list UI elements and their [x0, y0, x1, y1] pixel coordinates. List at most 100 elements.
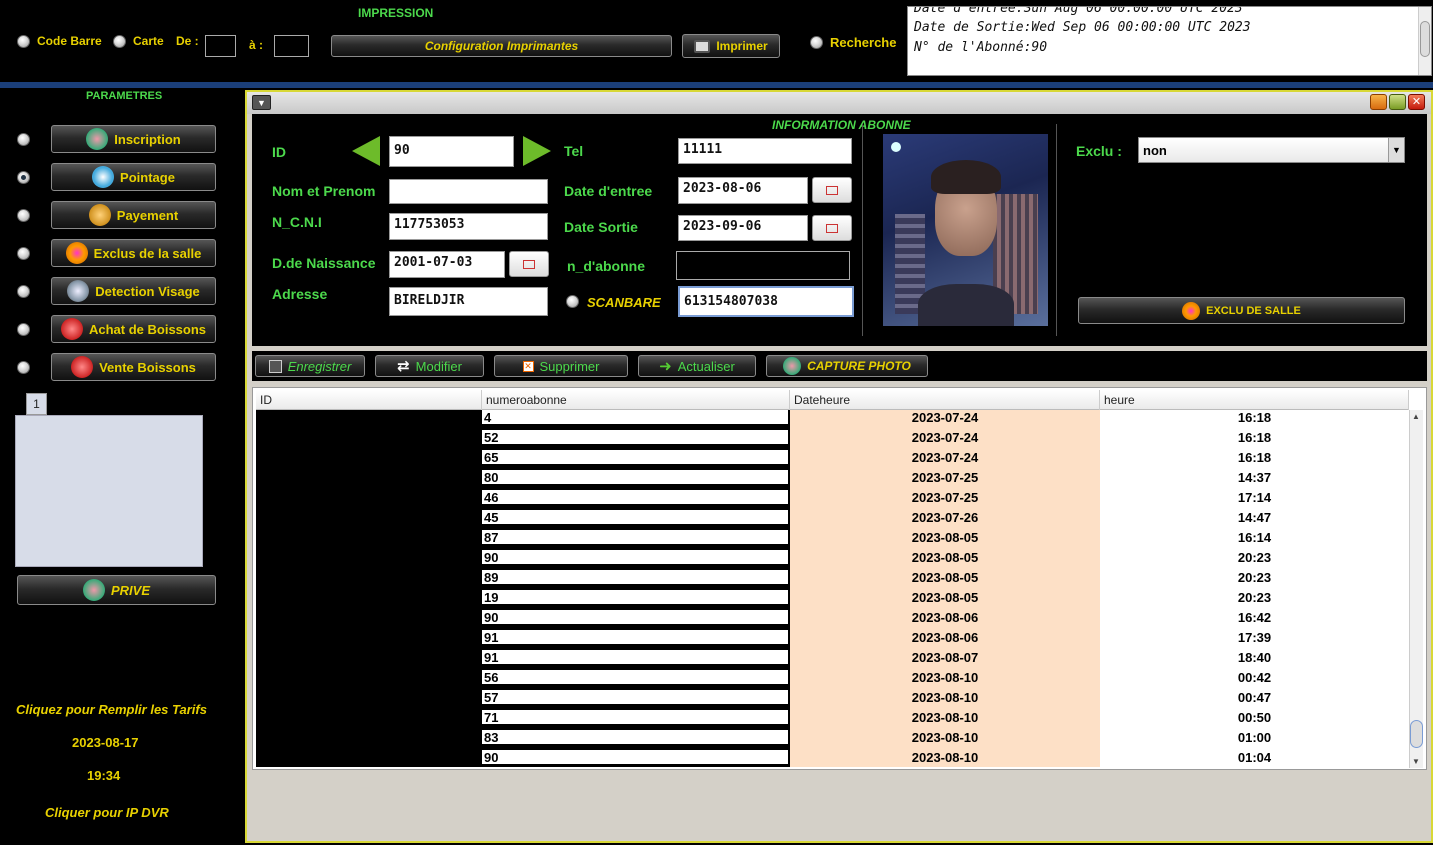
table-header: ID numeroabonne Dateheure heure — [256, 390, 1409, 410]
cell-dateheure: 2023-08-10 — [790, 690, 1100, 710]
cell-heure: 16:18 — [1100, 430, 1409, 450]
cell-numeroabonne: 65 — [482, 450, 788, 467]
tel-field[interactable]: 11111 — [678, 138, 852, 164]
capture-photo-label: CAPTURE PHOTO — [807, 359, 911, 373]
sidebar-item-3[interactable]: Exclus de la salle — [51, 239, 216, 267]
sidebar-item-label: Inscription — [114, 131, 181, 147]
dvr-link[interactable]: Cliquer pour IP DVR — [45, 805, 169, 820]
table-row[interactable]: 4 2023-07-24 16:18 — [256, 410, 1409, 430]
sidebar-radio-0[interactable] — [17, 133, 30, 146]
table-row[interactable]: 91 2023-08-07 18:40 — [256, 650, 1409, 670]
sidebar-item-5[interactable]: Achat de Boissons — [51, 315, 216, 343]
enregistrer-button[interactable]: Enregistrer — [255, 355, 365, 377]
date-sortie-field[interactable]: 2023-09-06 — [678, 215, 808, 241]
table-row[interactable]: 45 2023-07-26 14:47 — [256, 510, 1409, 530]
carte-radio[interactable] — [113, 35, 126, 48]
refresh-icon: ⇄ — [397, 358, 410, 375]
imprimer-button[interactable]: Imprimer — [682, 34, 780, 58]
cell-numeroabonne: 4 — [482, 410, 788, 427]
column-header-id[interactable]: ID — [256, 390, 482, 410]
cell-dateheure: 2023-08-07 — [790, 650, 1100, 670]
table-row[interactable]: 87 2023-08-05 16:14 — [256, 530, 1409, 550]
sidebar-item-1[interactable]: Pointage — [51, 163, 216, 191]
table-row[interactable]: 90 2023-08-06 16:42 — [256, 610, 1409, 630]
exclu-select[interactable]: non ▼ — [1138, 137, 1405, 163]
capture-photo-button[interactable]: CAPTURE PHOTO — [766, 355, 928, 377]
column-header-heure[interactable]: heure — [1100, 390, 1409, 410]
scanbare-field[interactable]: 613154807038 — [678, 286, 854, 317]
info-textarea[interactable]: Date d'entrée:Sun Aug 06 00:00:00 UTC 20… — [907, 6, 1432, 76]
prive-button[interactable]: PRIVE — [17, 575, 216, 605]
sidebar-item-4[interactable]: Detection Visage — [51, 277, 216, 305]
nom-field[interactable] — [389, 179, 548, 204]
cell-heure: 14:47 — [1100, 510, 1409, 530]
scanbare-radio[interactable] — [566, 295, 579, 308]
sidebar-item-0[interactable]: Inscription — [51, 125, 216, 153]
cell-dateheure: 2023-07-25 — [790, 490, 1100, 510]
info-scrollbar[interactable] — [1418, 7, 1431, 75]
table-row[interactable]: 56 2023-08-10 00:42 — [256, 670, 1409, 690]
users-icon — [783, 357, 802, 375]
table-row[interactable]: 46 2023-07-25 17:14 — [256, 490, 1409, 510]
cell-numeroabonne: 89 — [482, 570, 788, 587]
table-row[interactable]: 71 2023-08-10 00:50 — [256, 710, 1409, 730]
sidebar-radio-6[interactable] — [17, 361, 30, 374]
adresse-field[interactable]: BIRELDJIR — [389, 287, 548, 316]
recherche-radio[interactable] — [810, 36, 823, 49]
table-row[interactable]: 90 2023-08-05 20:23 — [256, 550, 1409, 570]
naissance-calendar-button[interactable] — [509, 251, 549, 277]
tarifs-link[interactable]: Cliquez pour Remplir les Tarifs — [16, 702, 207, 717]
table-scrollbar[interactable]: ▲ ▼ — [1409, 410, 1423, 768]
frame-menu-button[interactable]: ▼ — [252, 95, 271, 110]
table-row[interactable]: 65 2023-07-24 16:18 — [256, 450, 1409, 470]
date-sortie-calendar-button[interactable] — [812, 215, 852, 241]
table-row[interactable]: 19 2023-08-05 20:23 — [256, 590, 1409, 610]
scrollbar-thumb[interactable] — [1410, 720, 1423, 748]
exclu-salle-button[interactable]: EXCLU DE SALLE — [1078, 297, 1405, 324]
config-imprimantes-button[interactable]: Configuration Imprimantes — [331, 35, 672, 57]
table-row[interactable]: 89 2023-08-05 20:23 — [256, 570, 1409, 590]
date-entree-calendar-button[interactable] — [812, 177, 852, 203]
table-row[interactable]: 90 2023-08-10 01:04 — [256, 750, 1409, 767]
table-row[interactable]: 57 2023-08-10 00:47 — [256, 690, 1409, 710]
sidebar-radio-1[interactable] — [17, 171, 30, 184]
a-label: à : — [249, 38, 264, 52]
table-row[interactable]: 91 2023-08-06 17:39 — [256, 630, 1409, 650]
ncni-field[interactable]: 117753053 — [389, 213, 548, 240]
maximize-button[interactable] — [1389, 94, 1406, 110]
modifier-button[interactable]: ⇄ Modifier — [375, 355, 484, 377]
minimize-button[interactable] — [1370, 94, 1387, 110]
supprimer-button[interactable]: ✕ Supprimer — [494, 355, 628, 377]
actualiser-button[interactable]: ➜ Actualiser — [638, 355, 756, 377]
id-field[interactable]: 90 — [389, 136, 514, 167]
cell-heure: 00:42 — [1100, 670, 1409, 690]
sidebar-radio-5[interactable] — [17, 323, 30, 336]
column-header-dateheure[interactable]: Dateheure — [790, 390, 1100, 410]
de-input[interactable] — [205, 35, 236, 57]
sidebar-radio-2[interactable] — [17, 209, 30, 222]
table-row[interactable]: 83 2023-08-10 01:00 — [256, 730, 1409, 750]
arrow-right-icon: ➜ — [659, 358, 672, 375]
cell-heure: 20:23 — [1100, 550, 1409, 570]
separator-vertical — [1056, 124, 1057, 336]
a-input[interactable] — [274, 35, 309, 57]
prive-label: PRIVE — [110, 582, 150, 598]
prev-id-arrow[interactable] — [352, 136, 380, 166]
date-entree-field[interactable]: 2023-08-06 — [678, 177, 808, 204]
sidebar-radio-4[interactable] — [17, 285, 30, 298]
sidebar-item-6[interactable]: Vente Boissons — [51, 353, 216, 381]
cell-dateheure: 2023-08-05 — [790, 550, 1100, 570]
table-row[interactable]: 52 2023-07-24 16:18 — [256, 430, 1409, 450]
sidebar-item-2[interactable]: Payement — [51, 201, 216, 229]
sidebar-radio-3[interactable] — [17, 247, 30, 260]
sidebar-tab-1[interactable]: 1 — [26, 393, 47, 415]
naissance-field[interactable]: 2001-07-03 — [389, 251, 505, 278]
close-button[interactable]: ✕ — [1408, 94, 1425, 110]
cell-numeroabonne: 56 — [482, 670, 788, 687]
n-abonne-field[interactable] — [676, 251, 850, 280]
column-header-numeroabonne[interactable]: numeroabonne — [482, 390, 790, 410]
table-row[interactable]: 80 2023-07-25 14:37 — [256, 470, 1409, 490]
code-barre-radio[interactable] — [17, 35, 30, 48]
coins-icon — [88, 204, 111, 226]
next-id-arrow[interactable] — [523, 136, 551, 166]
